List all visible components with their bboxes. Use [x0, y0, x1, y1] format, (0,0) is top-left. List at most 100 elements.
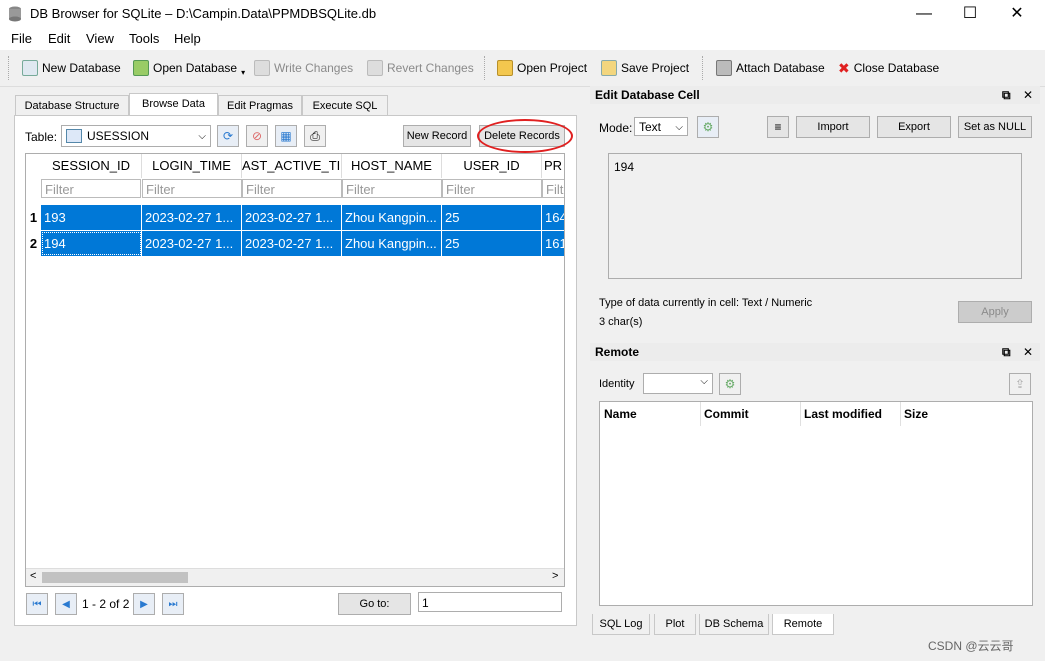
last-page-button[interactable]: ⏭ — [162, 593, 184, 615]
table-cell[interactable]: 2023-02-27 1... — [242, 231, 342, 256]
row-number[interactable]: 1 — [26, 205, 41, 230]
window-title: DB Browser for SQLite – D:\Campin.Data\P… — [30, 6, 377, 21]
filter-input[interactable]: Filter — [542, 179, 564, 198]
cell-char-count: 3 char(s) — [599, 316, 643, 328]
goto-button[interactable]: Go to: — [338, 593, 411, 615]
prev-page-button[interactable]: ◀ — [55, 593, 77, 615]
column-header[interactable]: LOGIN_TIME — [142, 154, 242, 178]
set-null-button[interactable]: Set as NULL — [958, 116, 1032, 138]
table-cell[interactable]: 2023-02-27 1... — [142, 231, 242, 256]
column-divider — [800, 402, 801, 426]
scroll-left-icon[interactable]: < — [30, 570, 36, 582]
filter-input[interactable]: Filter — [442, 179, 542, 198]
column-divider — [900, 402, 901, 426]
menu-file[interactable]: File — [11, 31, 32, 46]
close-icon[interactable]: ✕ — [1023, 343, 1033, 361]
column-divider — [700, 402, 701, 426]
column-header[interactable]: HOST_NAME — [342, 154, 442, 178]
table-cell[interactable]: Zhou Kangpin... — [342, 205, 442, 230]
column-header[interactable]: Size — [904, 407, 928, 421]
tab-plot[interactable]: Plot — [654, 614, 696, 635]
close-database-button[interactable]: ✖ Close Database — [838, 59, 939, 77]
column-header[interactable]: Commit — [704, 407, 749, 421]
table-label: Table: — [25, 130, 58, 144]
column-header[interactable]: Last modified — [804, 407, 882, 421]
menu-view[interactable]: View — [86, 31, 114, 46]
filter-input[interactable]: Filter — [242, 179, 342, 198]
tab-execute-sql[interactable]: Execute SQL — [302, 95, 388, 116]
mode-select[interactable]: Text ⌵ — [634, 117, 688, 136]
print-icon: ⎙ — [310, 128, 320, 143]
save-table-icon: ▦ — [280, 129, 292, 143]
column-header[interactable]: PR — [542, 154, 564, 178]
table-cell[interactable]: 193 — [41, 205, 142, 230]
pager-status: 1 - 2 of 2 — [82, 597, 130, 611]
open-project-icon — [497, 60, 513, 76]
column-header[interactable]: Name — [604, 407, 637, 421]
new-database-button[interactable]: New Database — [22, 59, 121, 77]
first-page-button[interactable]: ⏮ — [26, 593, 48, 615]
word-wrap-button[interactable]: ≡ — [767, 116, 789, 138]
identity-select[interactable]: ⌵ — [643, 373, 713, 394]
scroll-right-icon[interactable]: > — [552, 570, 558, 582]
print-button[interactable]: ⎙ — [304, 125, 326, 147]
table-select[interactable]: USESSION ⌵ — [61, 125, 211, 147]
scrollbar-thumb[interactable] — [42, 572, 188, 583]
table-cell[interactable]: 194 — [41, 231, 142, 256]
tab-remote[interactable]: Remote — [772, 614, 834, 635]
table-cell[interactable]: 25 — [442, 231, 542, 256]
menu-tools[interactable]: Tools — [129, 31, 159, 46]
table-cell[interactable]: 2023-02-27 1... — [242, 205, 342, 230]
revert-changes-button[interactable]: Revert Changes — [367, 59, 474, 77]
table-cell[interactable]: 164 — [542, 205, 564, 230]
attach-database-icon — [716, 60, 732, 76]
float-icon[interactable]: ⧉ — [1002, 86, 1011, 104]
write-changes-button[interactable]: Write Changes — [254, 59, 353, 77]
open-project-button[interactable]: Open Project — [497, 59, 587, 77]
tab-edit-pragmas[interactable]: Edit Pragmas — [218, 95, 302, 116]
horizontal-scrollbar[interactable]: < > — [26, 568, 564, 586]
save-filter-button[interactable]: ▦ — [275, 125, 297, 147]
close-icon[interactable]: ✕ — [1023, 86, 1033, 104]
tab-database-structure[interactable]: Database Structure — [15, 95, 129, 116]
menu-edit[interactable]: Edit — [48, 31, 70, 46]
filter-input[interactable]: Filter — [342, 179, 442, 198]
new-record-button[interactable]: New Record — [403, 125, 471, 147]
column-header[interactable]: AST_ACTIVE_TIN — [242, 154, 342, 178]
apply-button[interactable]: Apply — [958, 301, 1032, 323]
table-cell[interactable]: 2023-02-27 1... — [142, 205, 242, 230]
table-cell[interactable]: Zhou Kangpin... — [342, 231, 442, 256]
minimize-button[interactable]: — — [901, 0, 947, 28]
import-button[interactable]: Import — [796, 116, 870, 138]
float-icon[interactable]: ⧉ — [1002, 343, 1011, 361]
table-cell[interactable]: 161 — [542, 231, 564, 256]
tab-browse-data[interactable]: Browse Data — [129, 93, 218, 116]
next-page-icon: ▶ — [140, 598, 148, 610]
tab-sql-log[interactable]: SQL Log — [592, 614, 650, 635]
identity-settings-button[interactable]: ⚙ — [719, 373, 741, 395]
chevron-down-icon: ⌵ — [198, 130, 206, 142]
menu-help[interactable]: Help — [174, 31, 201, 46]
filter-input[interactable]: Filter — [142, 179, 242, 198]
close-window-button[interactable]: ✕ — [994, 0, 1040, 28]
push-database-button[interactable]: ⇪ — [1009, 373, 1031, 395]
column-header[interactable]: USER_ID — [442, 154, 542, 178]
column-header[interactable]: SESSION_ID — [41, 154, 142, 178]
next-page-button[interactable]: ▶ — [133, 593, 155, 615]
refresh-button[interactable]: ⟳ — [217, 125, 239, 147]
export-button[interactable]: Export — [877, 116, 951, 138]
goto-input[interactable]: 1 — [418, 592, 562, 612]
open-database-button[interactable]: Open Database ▾ — [133, 59, 245, 77]
tab-db-schema[interactable]: DB Schema — [699, 614, 769, 635]
dropdown-arrow-icon[interactable]: ▾ — [241, 68, 245, 77]
cell-value-editor[interactable]: 194 — [608, 153, 1022, 279]
filter-input[interactable]: Filter — [41, 179, 141, 198]
save-project-button[interactable]: Save Project — [601, 59, 689, 77]
gear-icon: ⚙ — [702, 120, 714, 134]
maximize-button[interactable]: ☐ — [947, 0, 993, 28]
row-number[interactable]: 2 — [26, 231, 41, 256]
clear-filters-button[interactable]: ⊘ — [246, 125, 268, 147]
table-cell[interactable]: 25 — [442, 205, 542, 230]
auto-format-button[interactable]: ⚙ — [697, 116, 719, 138]
attach-database-button[interactable]: Attach Database — [716, 59, 825, 77]
